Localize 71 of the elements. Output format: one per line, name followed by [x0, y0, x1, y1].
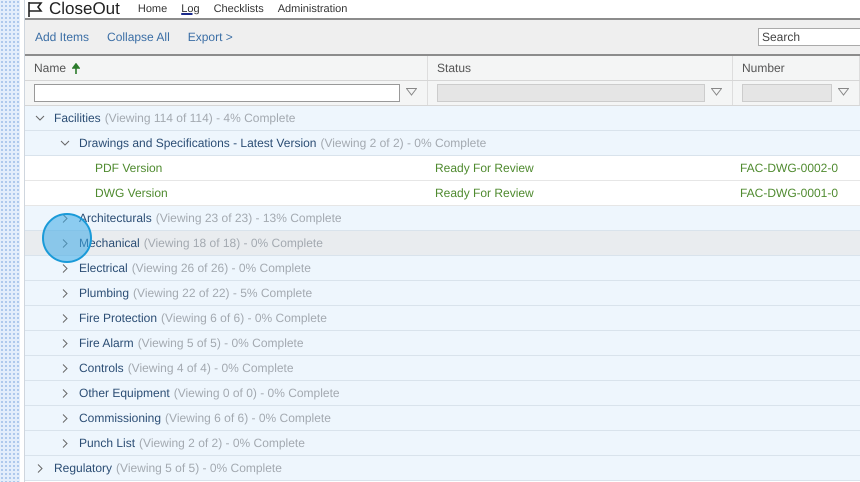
chevron-right-icon [35, 464, 45, 472]
table-row[interactable]: Controls (Viewing 4 of 4) - 0% Complete [25, 356, 860, 381]
table-row[interactable]: Fire Alarm (Viewing 5 of 5) - 0% Complete [25, 331, 860, 356]
group-summary: (Viewing 2 of 2) - 0% Complete [320, 136, 486, 150]
chevron-right-icon [60, 388, 70, 398]
table-row[interactable]: Punch List (Viewing 2 of 2) - 0% Complete [25, 431, 860, 456]
chevron-right-icon [60, 288, 70, 298]
group-summary: (Viewing 18 of 18) - 0% Complete [144, 236, 323, 250]
status-text: Ready For Review [435, 161, 534, 175]
group-name[interactable]: Facilities [54, 111, 101, 125]
group-name[interactable]: Drawings and Specifications - Latest Version [79, 136, 316, 150]
chevron-right-icon [60, 264, 70, 272]
chevron-right-icon [60, 214, 70, 222]
group-name[interactable]: Plumbing [79, 286, 130, 300]
chevron-right-icon [60, 364, 70, 372]
column-header[interactable]: Status [437, 61, 472, 75]
toolbar-link[interactable]: Export > [188, 30, 233, 44]
filter-icon [838, 88, 849, 98]
filter-icon [406, 88, 417, 98]
group-name[interactable]: Electrical [79, 261, 128, 275]
item-number: FAC-DWG-0002-0 [740, 161, 838, 175]
group-name[interactable]: Other Equipment [79, 386, 170, 400]
group-summary: (Viewing 22 of 22) - 5% Complete [133, 286, 312, 300]
toolbar-link[interactable]: Collapse All [107, 30, 170, 44]
nav-link[interactable]: Administration [278, 2, 348, 16]
group-name[interactable]: Fire Protection [79, 311, 158, 325]
group-summary: (Viewing 5 of 5) - 0% Complete [138, 336, 304, 350]
toolbar-link[interactable]: Add Items [35, 30, 90, 44]
table-row[interactable]: Plumbing (Viewing 22 of 22) - 5% Complete [25, 281, 860, 306]
chevron-right-icon [60, 314, 70, 322]
chevron-down-icon [35, 114, 45, 122]
group-summary: (Viewing 6 of 6) - 0% Complete [161, 311, 327, 325]
item-name[interactable]: DWG Version [95, 186, 168, 200]
group-summary: (Viewing 4 of 4) - 0% Complete [128, 361, 294, 375]
search-field[interactable]: Search [758, 28, 860, 46]
chevron-right-icon [60, 438, 70, 448]
group-summary: (Viewing 5 of 5) - 0% Complete [116, 461, 282, 475]
filter-field[interactable] [34, 84, 400, 102]
group-name[interactable]: Controls [79, 361, 124, 375]
flag-icon [27, 1, 45, 17]
filter-icon [711, 88, 722, 98]
table-row[interactable]: Commissioning (Viewing 6 of 6) - 0% Complete [25, 406, 860, 431]
column-header[interactable]: Name [34, 61, 66, 75]
table-row[interactable]: Facilities (Viewing 114 of 114) - 4% Complete [25, 106, 860, 131]
table-row[interactable]: Regulatory (Viewing 5 of 5) - 0% Complete [25, 456, 860, 481]
chevron-right-icon [60, 238, 70, 248]
group-name[interactable]: Commissioning [79, 411, 162, 425]
group-name[interactable]: Regulatory [54, 461, 112, 475]
nav-link[interactable]: Log [181, 2, 200, 16]
nav-link[interactable]: Checklists [214, 2, 264, 16]
table-row[interactable]: Drawings and Specifications - Latest Version (Viewing 2 of 2) - 0% Complete [25, 131, 860, 156]
table-row[interactable]: Electrical (Viewing 26 of 26) - 0% Complete [25, 256, 860, 281]
group-summary: (Viewing 26 of 26) - 0% Complete [132, 261, 311, 275]
group-summary: (Viewing 2 of 2) - 0% Complete [139, 436, 305, 450]
chevron-right-icon [60, 338, 70, 348]
group-name[interactable]: Fire Alarm [79, 336, 134, 350]
chevron-right-icon [60, 414, 70, 422]
status-text: Ready For Review [435, 186, 534, 200]
table-row[interactable]: Other Equipment (Viewing 0 of 0) - 0% Complete [25, 381, 860, 406]
table-row[interactable]: Fire Protection (Viewing 6 of 6) - 0% Complete [25, 306, 860, 331]
group-summary: (Viewing 6 of 6) - 0% Complete [165, 411, 331, 425]
app-logo: CloseOut [49, 0, 120, 18]
group-summary: (Viewing 23 of 23) - 13% Complete [156, 211, 342, 225]
item-name[interactable]: PDF Version [95, 161, 162, 175]
group-summary: (Viewing 114 of 114) - 4% Complete [104, 111, 296, 125]
nav-link[interactable]: Home [138, 2, 168, 16]
group-summary: (Viewing 0 of 0) - 0% Complete [174, 386, 340, 400]
chevron-down-icon [60, 138, 70, 148]
item-number: FAC-DWG-0001-0 [740, 186, 838, 200]
group-name[interactable]: Punch List [79, 436, 136, 450]
column-header[interactable]: Number [742, 61, 785, 75]
